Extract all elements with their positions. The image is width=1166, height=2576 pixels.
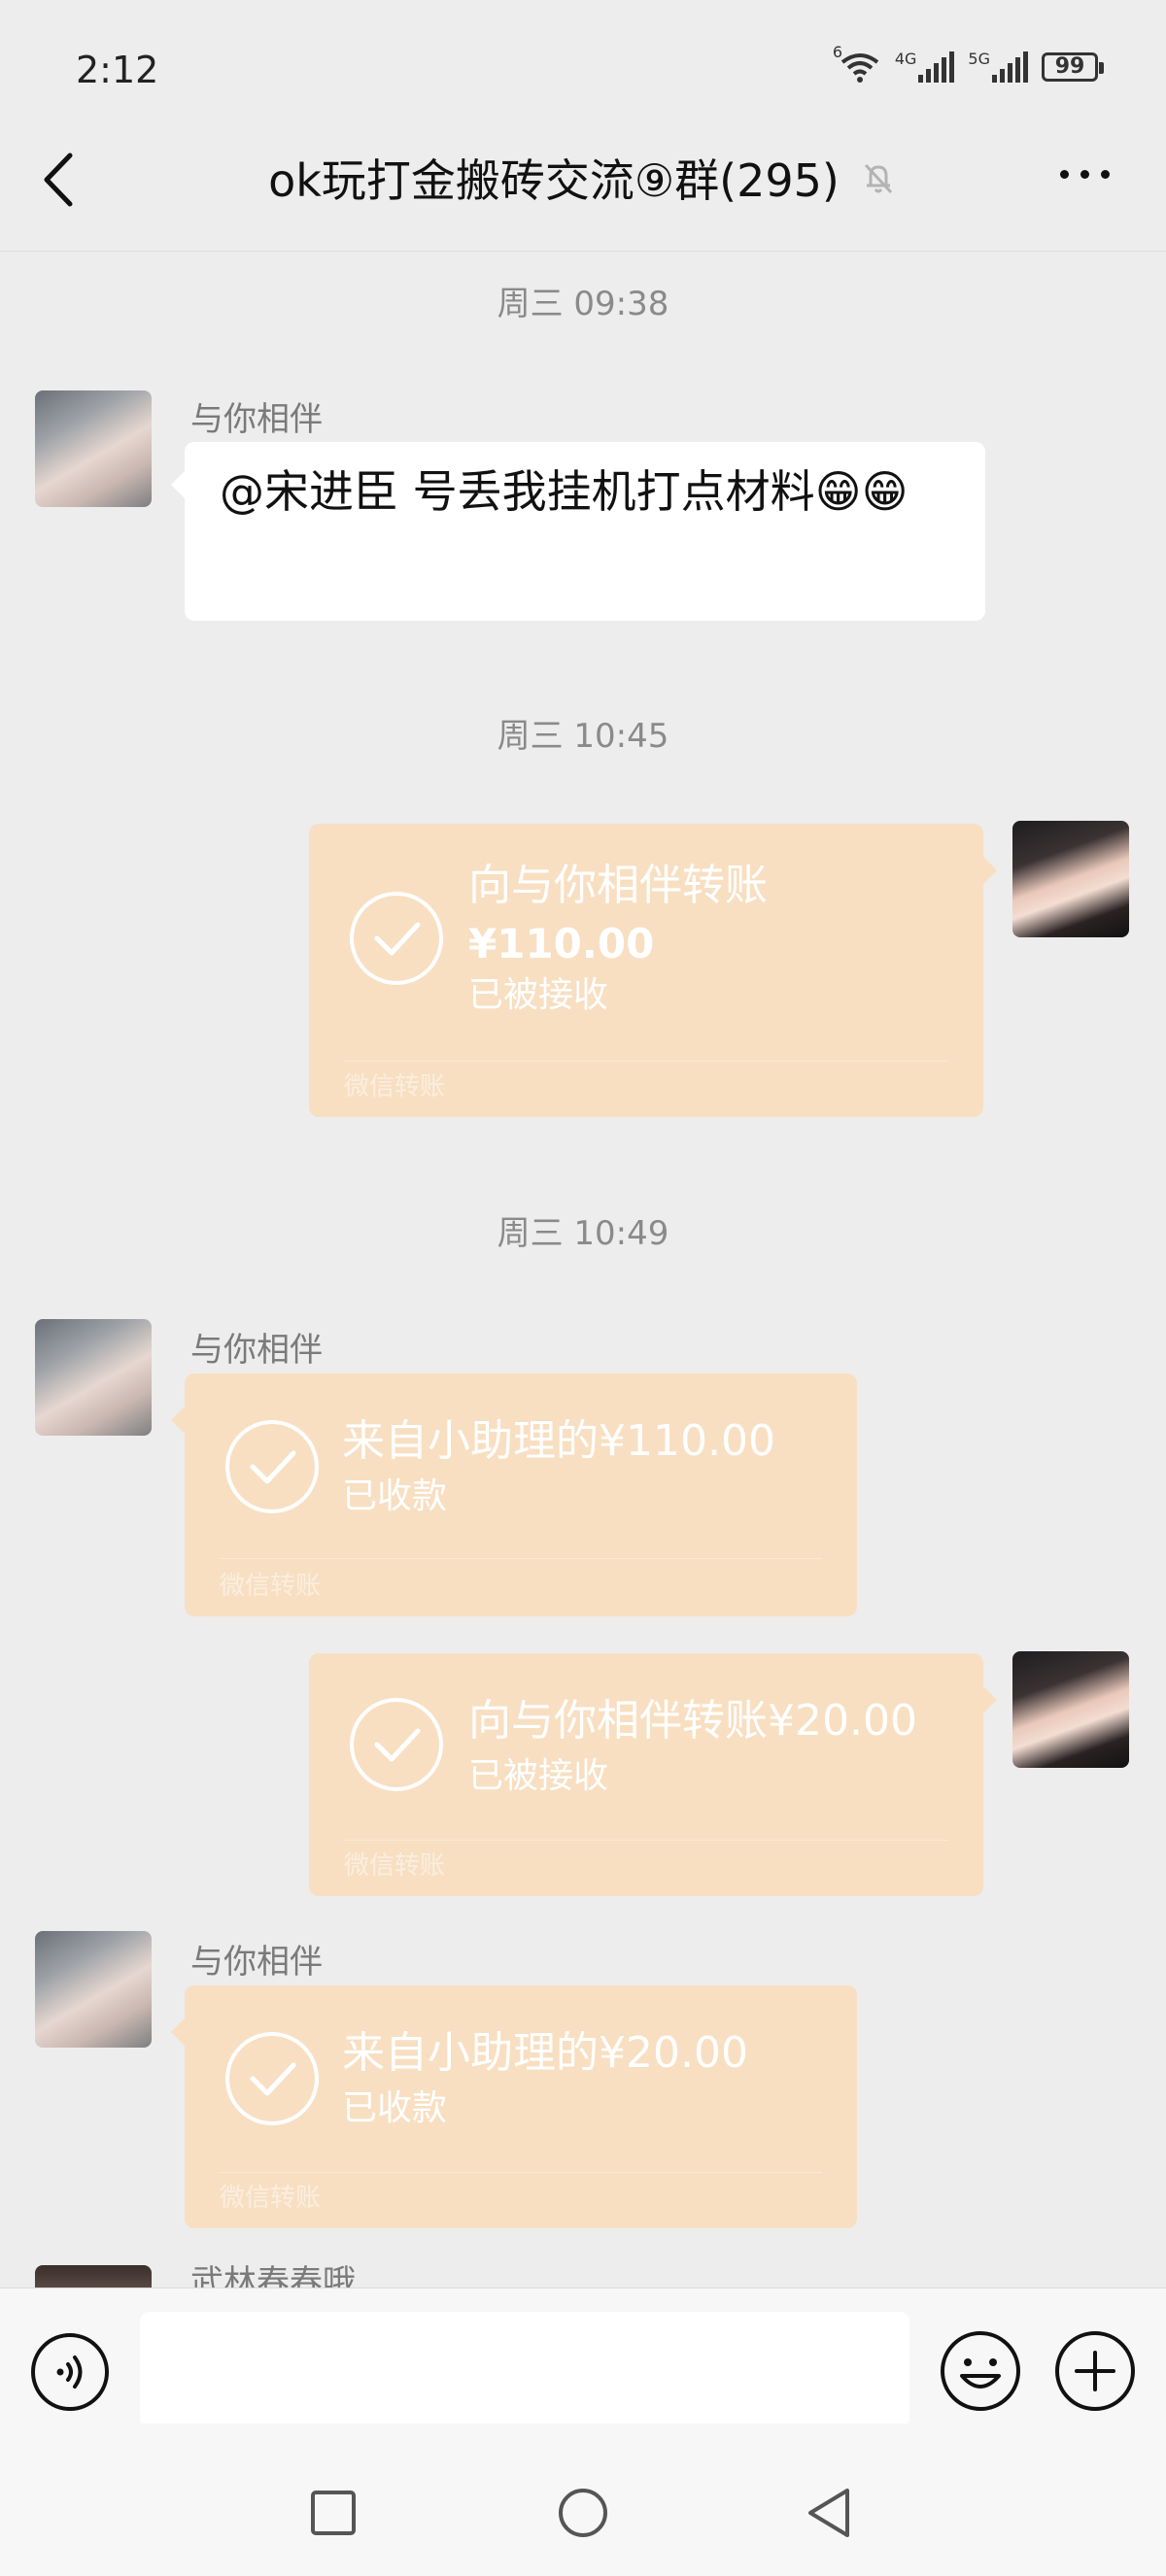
square-icon <box>311 2491 356 2535</box>
transfer-status: 已收款 <box>342 2088 448 2128</box>
transfer-bubble[interactable]: 向与你相伴转账 ¥110.00 已被接收 微信转账 <box>309 824 997 1117</box>
recent-apps-button[interactable] <box>309 2489 358 2537</box>
avatar[interactable] <box>1012 821 1129 937</box>
message-text: @宋进臣 号丢我挂机打点材料😁😁 <box>220 465 909 518</box>
divider <box>220 2172 822 2173</box>
net2-label: 5G <box>968 50 990 68</box>
transfer-title: 来自小助理的¥110.00 <box>342 1416 775 1466</box>
avatar[interactable] <box>35 1319 152 1436</box>
check-circle-icon <box>350 1698 443 1791</box>
signal-4g-icon: 4G <box>895 51 955 83</box>
signal-5g-icon: 5G <box>968 51 1028 83</box>
avatar[interactable] <box>35 390 152 507</box>
net1-label: 4G <box>894 50 917 68</box>
triangle-back-icon <box>808 2489 849 2537</box>
timestamp: 周三 10:49 <box>497 1214 669 1253</box>
divider <box>344 1061 948 1062</box>
chat-title-bar: ok玩打金搬砖交流⑨群(295) <box>0 146 1166 210</box>
status-time: 2:12 <box>76 49 159 91</box>
transfer-title: 向与你相伴转账 <box>468 861 768 910</box>
transfer-footer: 微信转账 <box>344 1072 446 1102</box>
transfer-status: 已被接收 <box>468 1756 609 1796</box>
header-divider <box>0 251 1166 252</box>
divider <box>344 1840 948 1841</box>
chat-title: ok玩打金搬砖交流⑨群(295) <box>268 154 840 207</box>
sender-name: 与你相伴 <box>190 1331 323 1370</box>
more-dot-icon <box>1060 170 1069 179</box>
message-input[interactable] <box>140 2312 909 2428</box>
home-button[interactable] <box>557 2487 609 2539</box>
text-message-bubble[interactable]: @宋进臣 号丢我挂机打点材料😁😁 <box>171 442 985 621</box>
transfer-status: 已被接收 <box>468 975 609 1015</box>
divider <box>220 1558 822 1559</box>
plus-circle-icon <box>1055 2331 1135 2411</box>
timestamp: 周三 09:38 <box>497 285 669 323</box>
more-options-button[interactable] <box>1060 170 1110 179</box>
sender-name: 与你相伴 <box>190 400 323 439</box>
transfer-amount: ¥110.00 <box>468 920 655 967</box>
check-circle-icon <box>225 1420 319 1513</box>
voice-input-button[interactable] <box>29 2331 111 2413</box>
transfer-status: 已收款 <box>342 1476 448 1516</box>
wifi-icon: 6 <box>833 45 881 84</box>
circle-icon <box>559 2489 607 2537</box>
transfer-title: 来自小助理的¥20.00 <box>342 2028 748 2078</box>
emoji-button[interactable] <box>939 2329 1022 2413</box>
wifi-label: 6 <box>832 43 843 61</box>
transfer-title: 向与你相伴转账¥20.00 <box>468 1696 917 1746</box>
avatar[interactable] <box>35 1931 152 2048</box>
status-icons: 6 4G 5G 99 <box>833 45 1104 84</box>
check-circle-icon <box>350 892 443 985</box>
smiley-icon <box>941 2331 1020 2411</box>
transfer-bubble[interactable]: 来自小助理的¥110.00 已收款 微信转账 <box>171 1373 857 1616</box>
avatar[interactable] <box>1012 1651 1129 1768</box>
more-functions-button[interactable] <box>1053 2329 1137 2413</box>
transfer-footer: 微信转账 <box>220 2184 322 2213</box>
sender-name: 武林春春哦 <box>190 2263 356 2288</box>
timestamp: 周三 10:45 <box>497 717 669 756</box>
voice-icon <box>31 2333 109 2411</box>
system-back-button[interactable] <box>803 2485 855 2541</box>
transfer-footer: 微信转账 <box>220 1572 322 1601</box>
battery-icon: 99 <box>1042 52 1104 82</box>
transfer-bubble[interactable]: 向与你相伴转账¥20.00 已被接收 微信转账 <box>309 1653 997 1896</box>
check-circle-icon <box>225 2032 319 2125</box>
mute-bell-icon <box>864 163 892 194</box>
sender-name: 与你相伴 <box>190 1943 323 1982</box>
transfer-bubble[interactable]: 来自小助理的¥20.00 已收款 微信转账 <box>171 1985 857 2228</box>
transfer-footer: 微信转账 <box>344 1851 446 1881</box>
